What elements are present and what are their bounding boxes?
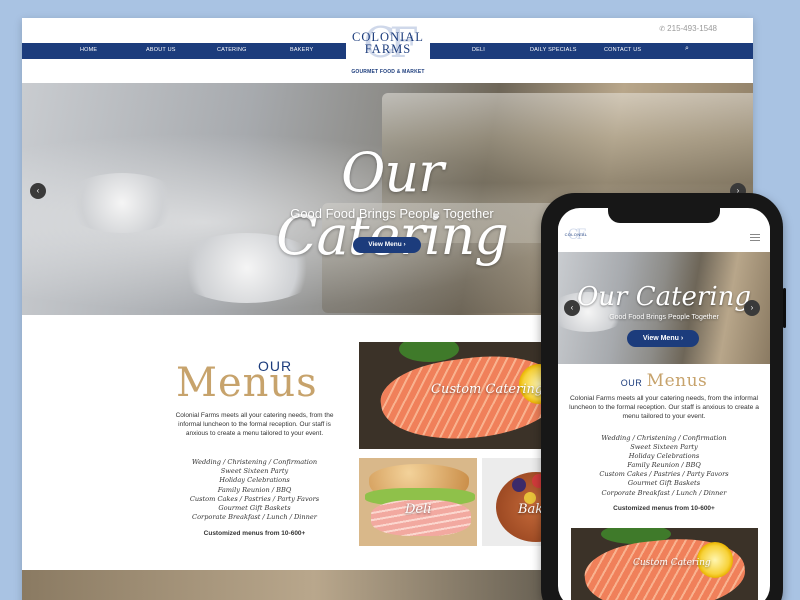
phone-side-button bbox=[783, 288, 786, 328]
logo-name: COLONIAL FARMS bbox=[352, 30, 424, 56]
list-item: Sweet Sixteen Party bbox=[630, 443, 698, 452]
mobile-tile-label-catering: Custom Catering bbox=[633, 558, 711, 568]
hero-bg-plate bbox=[62, 173, 182, 233]
deli-tile[interactable]: Deli bbox=[359, 458, 477, 546]
hero-subtitle: Good Food Brings People Together bbox=[290, 206, 494, 221]
mobile-slider-next-arrow-icon[interactable]: › bbox=[744, 300, 760, 316]
list-item: Family Reunion / BBQ bbox=[217, 485, 292, 494]
view-menu-button[interactable]: View Menu › bbox=[353, 237, 421, 253]
nav-deli[interactable]: DELI bbox=[472, 47, 485, 53]
mobile-header: CF COLONIAL bbox=[558, 222, 770, 252]
tile-label-bakery: Bak bbox=[518, 502, 544, 517]
list-item: Custom Cakes / Pastries / Party Favors bbox=[189, 494, 320, 503]
nav-catering[interactable]: CATERING bbox=[217, 47, 247, 53]
logo-tagline: GOURMET FOOD & MARKET bbox=[351, 69, 425, 75]
list-item: Gourmet Gift Baskets bbox=[218, 504, 291, 513]
list-item: Holiday Celebrations bbox=[628, 452, 700, 461]
list-item: Wedding / Christening / Confirmation bbox=[191, 458, 318, 466]
nav-home[interactable]: HOME bbox=[80, 47, 97, 53]
list-item: Custom Cakes / Pastries / Party Favors bbox=[599, 470, 729, 479]
list-item: Corporate Breakfast / Lunch / Dinner bbox=[601, 488, 727, 497]
mobile-slider-prev-arrow-icon[interactable]: ‹ bbox=[564, 300, 580, 316]
list-item: Sweet Sixteen Party bbox=[220, 467, 289, 476]
mobile-logo[interactable]: CF COLONIAL bbox=[564, 228, 588, 248]
mobile-menus-footnote: Customized menus from 10-600+ bbox=[613, 505, 715, 512]
list-item: Family Reunion / BBQ bbox=[627, 461, 701, 470]
phone-notch bbox=[608, 208, 720, 223]
search-icon[interactable]: ⌕ bbox=[685, 45, 689, 53]
phone-icon: ✆ bbox=[659, 26, 666, 33]
tile-label-catering: Custom Catering bbox=[431, 382, 544, 397]
tile-label-deli: Deli bbox=[405, 502, 432, 517]
mobile-menus-description: Colonial Farms meets all your catering n… bbox=[569, 395, 759, 421]
mobile-menus-heading: OUR Menus bbox=[558, 371, 770, 391]
list-item: Wedding / Christening / Confirmation bbox=[601, 434, 727, 442]
nav-contact-us[interactable]: CONTACT US bbox=[604, 47, 641, 53]
phone-mockup: CF COLONIAL Our Catering Good Food Bring… bbox=[541, 193, 786, 600]
mobile-hero-title: Our Catering bbox=[576, 282, 752, 312]
menus-description: Colonial Farms meets all your catering n… bbox=[175, 412, 334, 437]
mobile-menus-title: Menus bbox=[646, 371, 708, 391]
nav-daily-specials[interactable]: DAILY SPECIALS bbox=[530, 47, 577, 53]
phone-screen: CF COLONIAL Our Catering Good Food Bring… bbox=[558, 208, 770, 600]
menus-footnote: Customized menus from 10-600+ bbox=[203, 530, 306, 537]
site-logo[interactable]: CF COLONIAL FARMS GOURMET FOOD & MARKET bbox=[346, 20, 430, 82]
nav-bakery[interactable]: BAKERY bbox=[290, 47, 313, 53]
menus-list: Wedding / Christening / Confirmation Swe… bbox=[172, 458, 337, 522]
list-item: Holiday Celebrations bbox=[219, 476, 290, 485]
mobile-menus-list: Wedding / Christening / Confirmation Swe… bbox=[566, 434, 762, 498]
mobile-catering-tile[interactable]: Custom Catering bbox=[571, 528, 758, 600]
hamburger-menu-icon[interactable] bbox=[750, 234, 760, 241]
tile-bg-berry bbox=[512, 478, 526, 492]
mobile-hero-slider: Our Catering Good Food Brings People Tog… bbox=[558, 252, 770, 364]
list-item: Corporate Breakfast / Lunch / Dinner bbox=[192, 513, 317, 522]
nav-about-us[interactable]: ABOUT US bbox=[146, 47, 176, 53]
phone-number[interactable]: ✆ 215-493-1548 bbox=[659, 24, 717, 33]
mobile-hero-subtitle: Good Food Brings People Together bbox=[609, 314, 719, 321]
menus-title: Menus bbox=[176, 360, 318, 406]
slider-prev-arrow-icon[interactable]: ‹ bbox=[30, 183, 46, 199]
mobile-view-menu-button[interactable]: View Menu › bbox=[627, 330, 699, 347]
mobile-menus-our-label: OUR bbox=[620, 378, 643, 388]
tile-bg-herb bbox=[399, 342, 459, 362]
list-item: Gourmet Gift Baskets bbox=[627, 479, 701, 488]
